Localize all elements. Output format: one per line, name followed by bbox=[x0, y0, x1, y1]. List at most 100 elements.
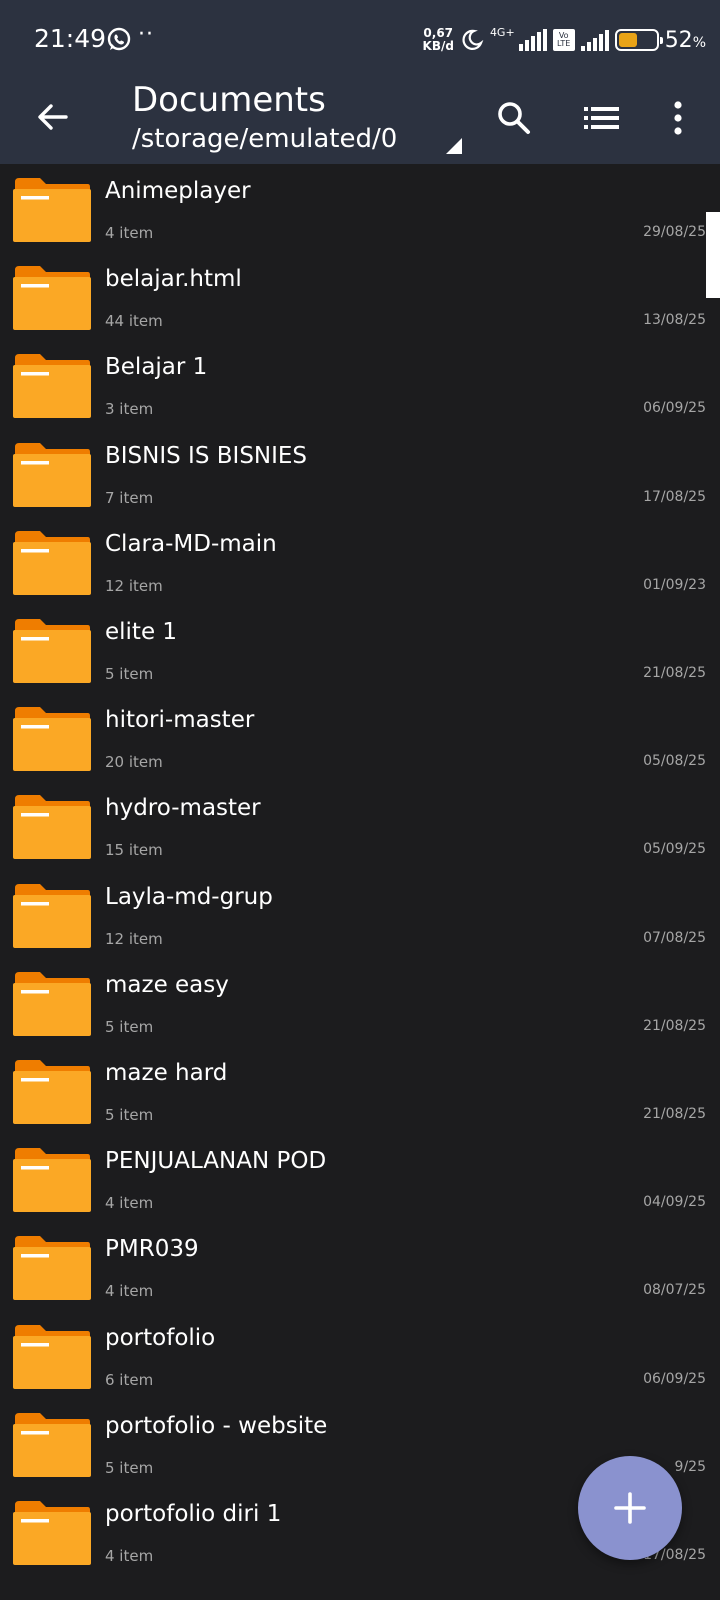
battery-level bbox=[618, 33, 638, 47]
folder-row[interactable]: Clara-MD-main 12 item 01/09/23 bbox=[0, 517, 706, 607]
folder-date: 17/08/25 bbox=[643, 488, 706, 505]
folder-icon bbox=[13, 1412, 91, 1477]
folder-name: Animeplayer bbox=[105, 178, 251, 204]
folder-date: 04/09/25 bbox=[643, 1194, 706, 1211]
search-icon bbox=[498, 102, 530, 134]
folder-date: 21/08/25 bbox=[643, 1106, 706, 1122]
signal-icon-2 bbox=[580, 29, 609, 51]
folder-icon bbox=[13, 707, 91, 772]
folder-item-count: 5 item bbox=[105, 1017, 154, 1036]
folder-name: portofolio - website bbox=[105, 1412, 328, 1439]
view-mode-button[interactable] bbox=[576, 92, 628, 144]
folder-date: 07/08/25 bbox=[643, 929, 706, 946]
plus-icon bbox=[614, 1492, 646, 1524]
folder-name: Clara-MD-main bbox=[105, 530, 277, 557]
folder-name: hydro-master bbox=[105, 795, 261, 822]
folder-item-count: 15 item bbox=[105, 841, 163, 860]
network-speed-unit: KB/d bbox=[422, 39, 454, 53]
folder-icon bbox=[13, 795, 91, 860]
status-bar: 21:49 ·· 0,67 KB/d 4G+ Vo LTE 52% bbox=[0, 0, 720, 80]
folder-date: 05/09/25 bbox=[643, 841, 706, 858]
folder-date: 06/09/25 bbox=[643, 400, 706, 417]
notification-dots: ·· bbox=[138, 22, 154, 47]
scrollbar-track[interactable] bbox=[706, 164, 720, 1600]
folder-row[interactable]: hydro-master 15 item 05/09/25 bbox=[0, 781, 706, 871]
scrollbar-thumb[interactable] bbox=[706, 212, 720, 298]
folder-name: Layla-md-grup bbox=[105, 883, 273, 910]
current-path[interactable]: /storage/emulated/0 bbox=[132, 124, 397, 154]
folder-date: 21/08/25 bbox=[643, 1017, 706, 1034]
folder-icon bbox=[13, 178, 91, 242]
search-button[interactable] bbox=[488, 92, 540, 144]
network-speed: 0,67 KB/d bbox=[423, 27, 454, 53]
folder-name: PMR039 bbox=[105, 1236, 199, 1263]
battery-percent-value: 52 bbox=[664, 27, 693, 53]
status-time: 21:49 bbox=[34, 24, 107, 53]
folder-icon bbox=[13, 1501, 91, 1565]
app-toolbar: Documents /storage/emulated/0 bbox=[0, 80, 720, 164]
folder-row[interactable]: maze hard 5 item 21/08/25 bbox=[0, 1046, 706, 1136]
folder-icon bbox=[13, 354, 91, 419]
battery-percent-unit: % bbox=[692, 34, 706, 51]
list-view-icon bbox=[584, 107, 619, 129]
battery-percent: 52% bbox=[665, 28, 706, 53]
folder-name: hitori-master bbox=[105, 707, 255, 734]
folder-item-count: 12 item bbox=[105, 576, 163, 595]
folder-item-count: 3 item bbox=[105, 400, 154, 419]
folder-row[interactable]: portofolio 6 item 06/09/25 bbox=[0, 1311, 706, 1401]
folder-date: 06/09/25 bbox=[643, 1370, 706, 1387]
folder-row[interactable]: PMR039 4 item 08/07/25 bbox=[0, 1222, 706, 1312]
folder-name: portofolio bbox=[105, 1324, 216, 1351]
folder-item-count: 4 item bbox=[105, 1194, 154, 1213]
battery-icon bbox=[614, 29, 663, 51]
folder-icon bbox=[13, 1236, 91, 1301]
folder-icon bbox=[13, 619, 91, 683]
folder-icon bbox=[13, 530, 91, 595]
folder-row[interactable]: hitori-master 20 item 05/08/25 bbox=[0, 693, 706, 783]
folder-icon bbox=[13, 1324, 91, 1389]
folder-icon bbox=[13, 442, 91, 507]
folder-icon bbox=[13, 883, 91, 948]
folder-item-count: 5 item bbox=[105, 1106, 154, 1124]
back-button[interactable] bbox=[28, 92, 78, 142]
folder-item-count: 4 item bbox=[105, 224, 154, 242]
folder-name: Belajar 1 bbox=[105, 354, 208, 381]
folder-date: 9/25 bbox=[674, 1458, 706, 1475]
folder-row[interactable]: maze easy 5 item 21/08/25 bbox=[0, 958, 706, 1048]
folder-row[interactable]: Belajar 1 3 item 06/09/25 bbox=[0, 340, 706, 430]
folder-date: 29/08/25 bbox=[643, 224, 706, 240]
more-vert-icon bbox=[674, 101, 682, 135]
folder-name: portofolio diri 1 bbox=[105, 1501, 282, 1527]
folder-row[interactable]: PENJUALANAN POD 4 item 04/09/25 bbox=[0, 1134, 706, 1224]
folder-row[interactable]: elite 1 5 item 21/08/25 bbox=[0, 605, 706, 695]
folder-row[interactable]: Layla-md-grup 12 item 07/08/25 bbox=[0, 870, 706, 960]
folder-icon bbox=[13, 971, 91, 1036]
signal-icon bbox=[518, 29, 547, 51]
folder-date: 01/09/23 bbox=[643, 576, 706, 593]
add-button[interactable] bbox=[578, 1456, 682, 1560]
file-list: Animeplayer 4 item 29/08/25 belajar.html… bbox=[0, 164, 706, 1600]
folder-name: PENJUALANAN POD bbox=[105, 1148, 327, 1175]
folder-name: elite 1 bbox=[105, 619, 178, 645]
folder-row[interactable]: Animeplayer 4 item 29/08/25 bbox=[0, 164, 706, 254]
network-type: 4G+ bbox=[489, 25, 515, 39]
page-title: Documents bbox=[132, 80, 326, 120]
status-icons: 0,67 KB/d 4G+ Vo LTE 52% bbox=[423, 20, 706, 60]
folder-item-count: 12 item bbox=[105, 929, 163, 948]
folder-row[interactable]: BISNIS IS BISNIES 7 item 17/08/25 bbox=[0, 429, 706, 519]
folder-icon bbox=[13, 1148, 91, 1213]
arrow-left-icon bbox=[38, 104, 68, 130]
more-options-button[interactable] bbox=[652, 92, 704, 144]
volte-bottom-label: LTE bbox=[557, 39, 571, 48]
folder-name: BISNIS IS BISNIES bbox=[105, 442, 308, 469]
folder-icon bbox=[13, 1060, 91, 1124]
folder-date: 21/08/25 bbox=[643, 665, 706, 681]
folder-row[interactable]: belajar.html 44 item 13/08/25 bbox=[0, 252, 706, 342]
volte-icon: Vo LTE bbox=[552, 29, 575, 51]
folder-item-count: 5 item bbox=[105, 665, 154, 683]
folder-date: 13/08/25 bbox=[643, 312, 706, 329]
folder-item-count: 5 item bbox=[105, 1458, 154, 1477]
folder-name: maze easy bbox=[105, 971, 229, 998]
path-dropdown-icon[interactable] bbox=[444, 136, 464, 156]
folder-name: belajar.html bbox=[105, 266, 242, 293]
